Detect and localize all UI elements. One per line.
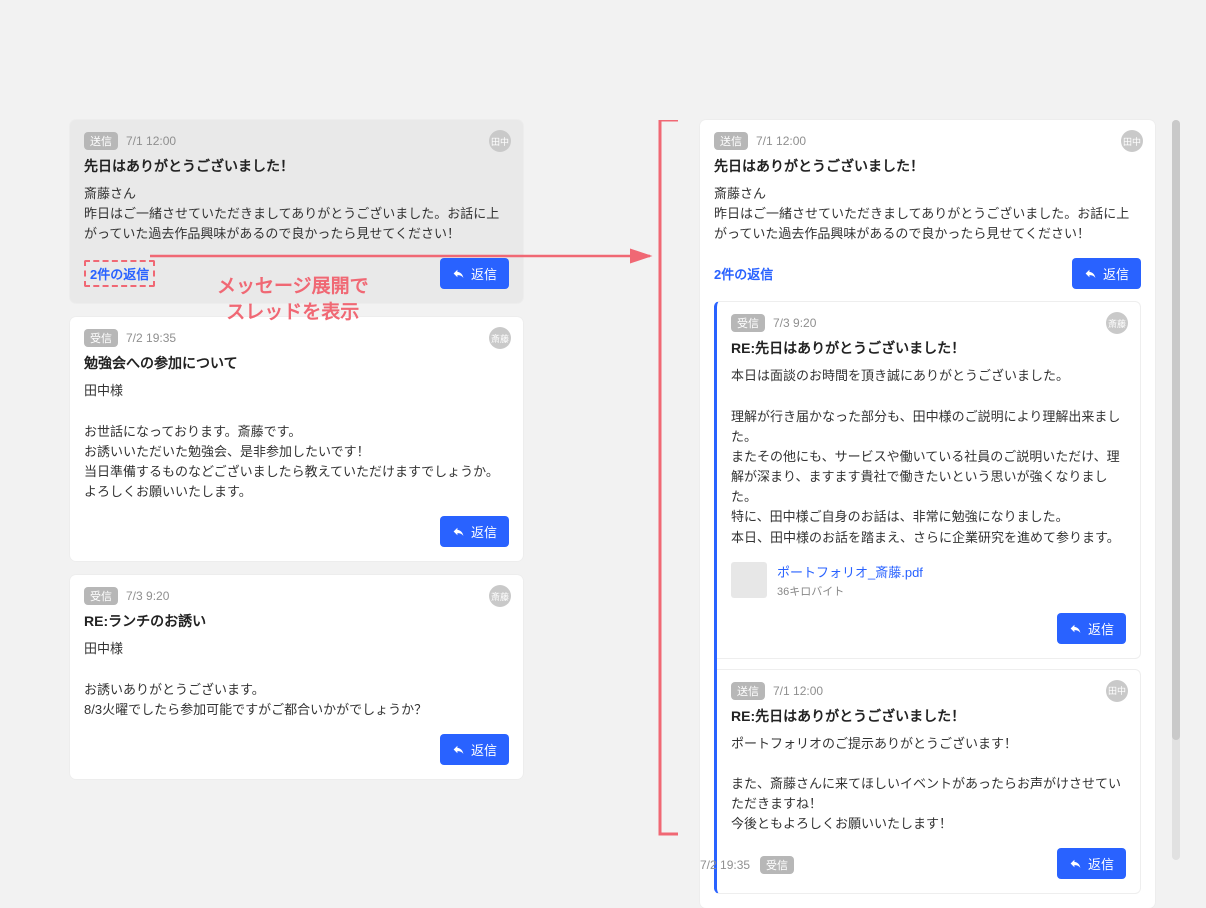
reply-label: 返信 [1088,854,1114,873]
message-header: 受信 7/2 19:35 [84,329,509,347]
thread-highlight: 2件の返信 [84,260,155,287]
message-header: 受信 7/3 9:20 [731,314,1126,332]
left-message-list: 送信 7/1 12:00 田中 先日はありがとうございました！ 斎藤さん 昨日は… [70,120,523,793]
reply-button[interactable]: 返信 [440,258,509,289]
timestamp: 7/1 12:00 [773,684,823,698]
reply-button[interactable]: 返信 [1072,258,1141,289]
reply-label: 返信 [471,522,497,541]
reply-label: 返信 [1088,619,1114,638]
reply-button[interactable]: 返信 [440,734,509,765]
timestamp: 7/2 19:35 [700,858,750,872]
message-body: 本日は面談のお時間を頂き誠にありがとうございました。 理解が行き届かなった部分も… [731,366,1126,547]
message-header: 送信 7/1 12:00 [84,132,509,150]
thread-reply-card[interactable]: 受信 7/3 9:20 斎藤 RE:先日はありがとうございました！ 本日は面談の… [717,301,1141,658]
message-footer: 返信 [84,734,509,765]
direction-badge: 送信 [84,132,118,150]
attachment-name[interactable]: ポートフォリオ_斎藤.pdf [777,562,923,581]
scrollbar-thumb[interactable] [1172,120,1180,740]
message-card[interactable]: 受信 7/3 9:20 斎藤 RE:ランチのお誘い 田中様 お誘いありがとうござ… [70,575,523,779]
message-card-expanded[interactable]: 送信 7/1 12:00 田中 先日はありがとうございました！ 斎藤さん 昨日は… [700,120,1155,908]
timestamp: 7/3 9:20 [773,316,816,330]
avatar: 田中 [1106,680,1128,702]
reply-icon [452,267,465,280]
message-title: RE:先日はありがとうございました！ [731,338,1126,358]
reply-button[interactable]: 返信 [1057,848,1126,879]
timestamp: 7/3 9:20 [126,589,169,603]
annotation-label: メッセージ展開で スレッドを表示 [217,274,369,325]
reply-button[interactable]: 返信 [440,516,509,547]
canvas: 送信 7/1 12:00 田中 先日はありがとうございました！ 斎藤さん 昨日は… [0,0,1206,880]
message-footer: 返信 [84,516,509,547]
message-header: 送信 7/1 12:00 [731,682,1126,700]
message-card[interactable]: 受信 7/2 19:35 斎藤 勉強会への参加について 田中様 お世話になってお… [70,317,523,561]
avatar: 田中 [489,130,511,152]
timestamp: 7/2 19:35 [126,331,176,345]
thread-replies: 受信 7/3 9:20 斎藤 RE:先日はありがとうございました！ 本日は面談の… [714,301,1141,894]
message-header: 受信 7/3 9:20 [84,587,509,605]
reply-icon [1084,267,1097,280]
message-title: RE:ランチのお誘い [84,611,509,631]
direction-badge: 受信 [760,856,794,874]
direction-badge: 受信 [731,314,765,332]
reply-icon [452,525,465,538]
direction-badge: 受信 [84,329,118,347]
message-footer: 2件の返信 返信 [714,258,1141,289]
message-title: RE:先日はありがとうございました！ [731,706,1126,726]
timestamp: 7/1 12:00 [126,134,176,148]
attachment[interactable]: ポートフォリオ_斎藤.pdf 36キロバイト [731,562,1126,599]
direction-badge: 送信 [714,132,748,150]
reply-button[interactable]: 返信 [1057,613,1126,644]
message-body: 田中様 お世話になっております。斎藤です。 お誘いいただいた勉強会、是非参加した… [84,381,509,502]
message-body: 斎藤さん 昨日はご一緒させていただきましてありがとうございました。お話に上がって… [84,184,509,244]
attachment-thumb-icon [731,562,767,598]
reply-label: 返信 [471,740,497,759]
scrollbar-track[interactable] [1172,120,1180,860]
message-footer: 返信 [731,613,1126,644]
reply-label: 返信 [1103,264,1129,283]
message-title: 先日はありがとうございました！ [84,156,509,176]
timestamp: 7/1 12:00 [756,134,806,148]
message-body: 田中様 お誘いありがとうございます。 8/3火曜でしたら参加可能ですがご都合いか… [84,639,509,720]
message-body: ポートフォリオのご提示ありがとうございます！ また、斎藤さんに来てほしいイベント… [731,734,1126,835]
reply-icon [1069,622,1082,635]
message-body: 斎藤さん 昨日はご一緒させていただきましてありがとうございました。お話に上がって… [714,184,1141,244]
right-thread-view: 送信 7/1 12:00 田中 先日はありがとうございました！ 斎藤さん 昨日は… [700,120,1155,908]
reply-icon [1069,857,1082,870]
direction-badge: 送信 [731,682,765,700]
next-message-peek: 7/2 19:35 受信 [700,856,794,874]
reply-icon [452,743,465,756]
direction-badge: 受信 [84,587,118,605]
thread-link[interactable]: 2件の返信 [714,264,773,283]
message-title: 勉強会への参加について [84,353,509,373]
thread-link[interactable]: 2件の返信 [90,267,149,282]
message-title: 先日はありがとうございました！ [714,156,1141,176]
attachment-size: 36キロバイト [777,583,923,599]
avatar: 田中 [1121,130,1143,152]
message-header: 送信 7/1 12:00 [714,132,1141,150]
reply-label: 返信 [471,264,497,283]
